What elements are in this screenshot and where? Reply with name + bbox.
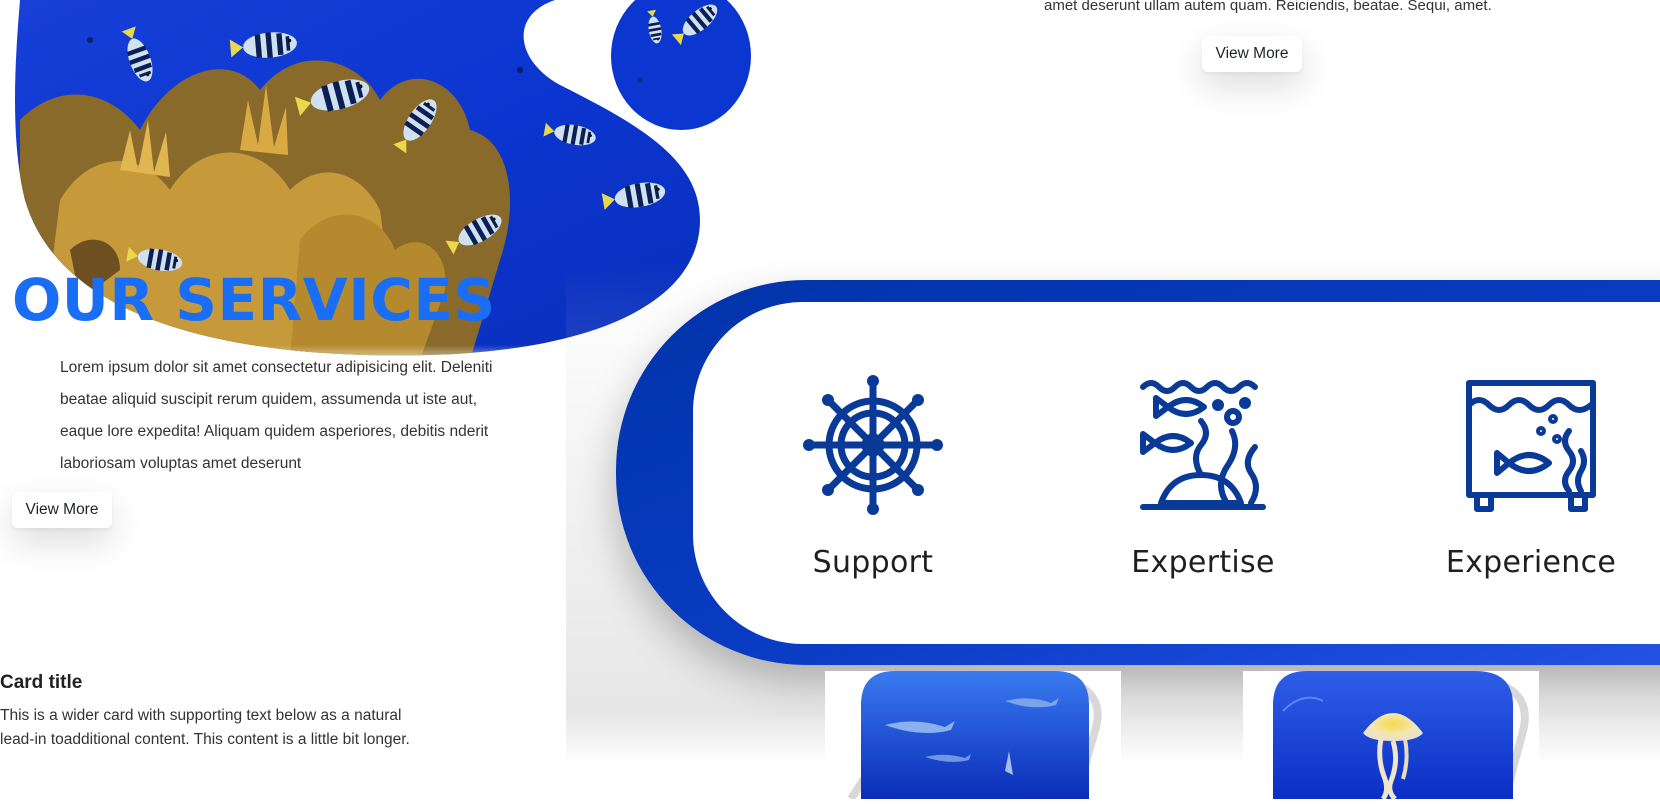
shark-photo [847,671,1102,802]
ship-wheel-icon [803,375,943,515]
service-experience[interactable]: Experience [1421,375,1641,580]
jellyfish-photo [1273,671,1529,801]
section-title: OUR SERVICES [12,266,496,334]
services-description: Lorem ipsum dolor sit amet consectetur a… [60,359,493,472]
view-more-button[interactable]: View More [1202,36,1302,72]
gallery-card-shark[interactable] [825,671,1121,802]
service-support[interactable]: Support [763,375,983,580]
service-label-experience: Experience [1445,545,1617,580]
service-label-support: Support [812,545,934,580]
service-expertise[interactable]: Expertise [1093,375,1313,580]
gallery-card-jellyfish[interactable] [1243,671,1539,801]
card-text: This is a wider card with supporting tex… [0,707,410,748]
service-label-expertise: Expertise [1131,545,1275,580]
aquarium-icon [1466,380,1596,512]
card-title: Card title [0,672,83,693]
top-paragraph: amet deserunt ullam autem quam. Reiciend… [1044,0,1492,14]
underwater-fish-icon [1140,380,1266,510]
services-view-more-button[interactable]: View More [12,492,112,528]
